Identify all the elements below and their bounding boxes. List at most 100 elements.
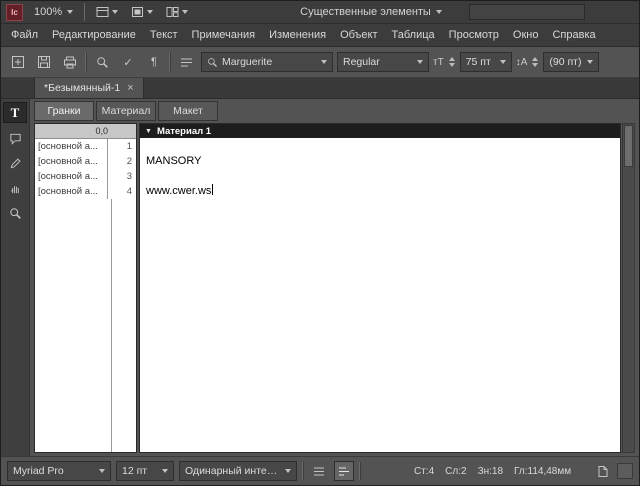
arrange-documents-button[interactable] — [163, 5, 191, 19]
font-family-value: Marguerite — [222, 56, 273, 68]
app-logo-icon: Ic — [6, 3, 23, 21]
view-tab-layout[interactable]: Макет — [158, 101, 218, 121]
view-options-button[interactable] — [93, 5, 121, 19]
show-hidden-characters-button[interactable]: ¶ — [143, 51, 165, 73]
font-size-select[interactable]: 75 пт — [459, 52, 512, 72]
menu-notes[interactable]: Примечания — [185, 24, 263, 46]
resize-grip[interactable] — [617, 463, 633, 479]
galley-info-column: 0,0 [основной а... 1 [основной а... 2 [о… — [34, 123, 137, 453]
line-spacing-select[interactable]: Одинарный интервал — [179, 461, 297, 481]
tool-palette: T — [1, 99, 30, 456]
menu-file[interactable]: Файл — [4, 24, 45, 46]
divider — [359, 462, 361, 480]
menu-edit[interactable]: Редактирование — [45, 24, 143, 46]
display-size-select[interactable]: 12 пт — [116, 461, 174, 481]
screen-mode-button[interactable] — [128, 5, 156, 19]
stat-word: Сл:2 — [445, 465, 467, 477]
step-down-icon — [532, 63, 539, 67]
display-size-value: 12 пт — [122, 465, 148, 477]
workspace-switcher[interactable]: Существенные элементы — [296, 5, 446, 19]
pencil-icon — [10, 158, 21, 169]
display-font-value: Myriad Pro — [13, 465, 64, 477]
font-family-select[interactable]: Marguerite — [201, 52, 333, 72]
zoom-icon — [9, 208, 21, 219]
incopy-window: Ic 100% Существенные элементы Файл Редак… — [0, 0, 640, 486]
story-line[interactable] — [146, 139, 620, 154]
chevron-down-icon — [99, 469, 105, 473]
menu-object[interactable]: Объект — [333, 24, 384, 46]
pencil-tool[interactable] — [4, 154, 26, 173]
save-button[interactable] — [33, 51, 55, 73]
step-up-icon — [532, 57, 539, 61]
leading-icon: ↕A — [515, 56, 528, 68]
story-text-area[interactable]: MANSORY www.cwer.ws — [140, 138, 620, 452]
hand-icon — [10, 186, 19, 194]
chevron-down-icon — [182, 10, 189, 14]
leading-stepper[interactable] — [531, 57, 539, 67]
print-button[interactable] — [59, 51, 81, 73]
chevron-down-icon — [417, 60, 423, 64]
document-tab[interactable]: *Безымянный-1 × — [34, 78, 144, 98]
marks-icon — [339, 467, 349, 475]
new-document-button[interactable] — [7, 51, 29, 73]
chevron-down-icon — [285, 469, 291, 473]
paragraph-marks-toggle[interactable] — [334, 461, 354, 481]
menu-window[interactable]: Окно — [506, 24, 546, 46]
display-font-select[interactable]: Myriad Pro — [7, 461, 111, 481]
menu-help[interactable]: Справка — [545, 24, 602, 46]
page-icon — [598, 465, 608, 477]
paragraph-lines-icon — [180, 58, 192, 66]
paragraph-style-label[interactable]: [основной а... — [35, 171, 107, 182]
type-tool[interactable]: T — [3, 102, 27, 123]
main-area: T Гранки Материал Макет 0,0 [основной а.… — [1, 99, 639, 456]
font-size-value: 75 пт — [465, 56, 491, 68]
zoom-tool[interactable] — [4, 204, 26, 223]
galley-row: [основной а... 2 — [35, 154, 136, 169]
story-line[interactable]: www.cwer.ws — [146, 184, 620, 199]
note-tool[interactable] — [4, 129, 26, 148]
depth-ruler: 0,0 — [35, 124, 136, 139]
view-tab-galley[interactable]: Гранки — [34, 101, 94, 121]
collapse-triangle-icon[interactable]: ▼ — [145, 128, 152, 135]
menu-changes[interactable]: Изменения — [262, 24, 333, 46]
menu-view[interactable]: Просмотр — [442, 24, 506, 46]
galley-info-toggle[interactable] — [309, 461, 329, 481]
chevron-down-icon — [162, 469, 168, 473]
story-header[interactable]: ▼ Материал 1 — [140, 124, 620, 138]
line-spacing-value: Одинарный интервал — [185, 465, 281, 477]
view-tabs: Гранки Материал Макет — [34, 101, 635, 121]
story-line[interactable]: MANSORY — [146, 154, 620, 169]
leading-select[interactable]: (90 пт) — [543, 52, 600, 72]
story-text: www.cwer.ws — [146, 185, 212, 197]
find-button[interactable] — [91, 51, 113, 73]
paragraph-style-label[interactable]: [основной а... — [35, 186, 107, 197]
story-title: Материал 1 — [156, 125, 212, 137]
text-marks-button[interactable] — [175, 51, 197, 73]
menu-table[interactable]: Таблица — [385, 24, 442, 46]
leading-value: (90 пт) — [549, 56, 582, 68]
chevron-down-icon — [435, 10, 442, 14]
hand-tool[interactable] — [4, 179, 26, 198]
scrollbar-thumb[interactable] — [624, 125, 633, 167]
vertical-scrollbar[interactable] — [622, 123, 635, 453]
quick-search-input[interactable] — [468, 4, 585, 20]
paragraph-style-label[interactable]: [основной а... — [35, 141, 107, 152]
galley-row: [основной а... 1 — [35, 139, 136, 154]
font-style-select[interactable]: Regular — [337, 52, 429, 72]
workspace-label: Существенные элементы — [300, 6, 431, 18]
chevron-down-icon — [112, 10, 119, 14]
zoom-value: 100% — [34, 6, 63, 18]
search-icon — [96, 56, 108, 68]
font-size-icon: тT — [433, 56, 444, 68]
story-line[interactable] — [146, 169, 620, 184]
document-tabstrip: *Безымянный-1 × — [1, 78, 639, 99]
font-size-stepper[interactable] — [448, 57, 456, 67]
close-tab-button[interactable]: × — [127, 82, 133, 94]
menu-type[interactable]: Текст — [143, 24, 185, 46]
paragraph-style-label[interactable]: [основной а... — [35, 156, 107, 167]
spellcheck-button[interactable]: ✓ — [117, 51, 139, 73]
search-icon — [208, 57, 218, 67]
view-tab-story[interactable]: Материал — [96, 101, 156, 121]
zoom-select[interactable]: 100% — [30, 5, 77, 19]
export-button[interactable] — [594, 462, 612, 480]
